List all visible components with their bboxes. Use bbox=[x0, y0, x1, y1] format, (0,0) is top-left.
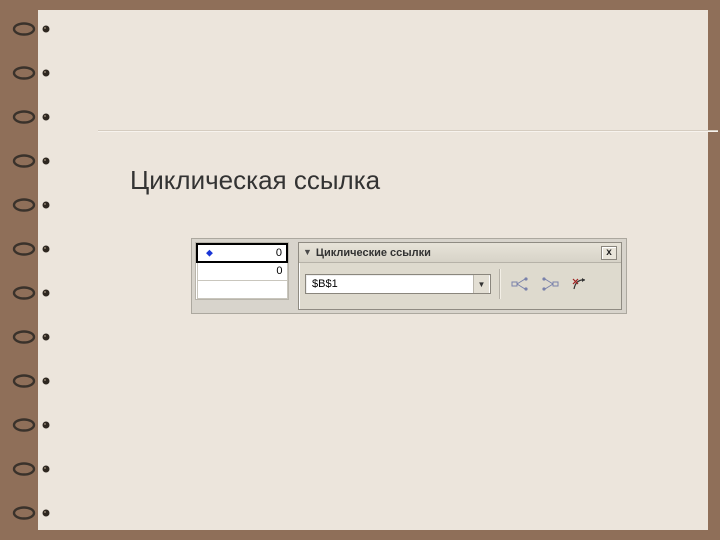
binding-ring bbox=[12, 66, 54, 80]
binding-ring bbox=[12, 154, 54, 168]
binding-ring bbox=[12, 286, 54, 300]
binding-ring bbox=[12, 506, 54, 520]
cell-value: 0 bbox=[276, 247, 282, 259]
combo-value: $B$1 bbox=[306, 278, 473, 290]
binding-ring bbox=[12, 418, 54, 432]
binding-ring bbox=[12, 22, 54, 36]
trace-precedents-button[interactable] bbox=[539, 273, 561, 295]
remove-arrows-icon bbox=[571, 276, 589, 292]
cell-reference-combo[interactable]: $B$1 ▼ bbox=[305, 274, 491, 294]
remove-arrows-button[interactable] bbox=[569, 273, 591, 295]
chevron-down-icon[interactable]: ▼ bbox=[473, 275, 489, 293]
cell-value: 0 bbox=[276, 265, 282, 277]
cell-b3[interactable] bbox=[197, 280, 287, 298]
spiral-binding bbox=[12, 22, 54, 520]
slide-title: Циклическая ссылка bbox=[130, 165, 380, 196]
cells-table: ◆ 0 0 bbox=[196, 243, 288, 299]
toolbar-title: Циклические ссылки bbox=[316, 247, 597, 259]
cell-b1[interactable]: ◆ 0 bbox=[197, 244, 287, 262]
toolbar-separator bbox=[499, 269, 501, 299]
binding-ring bbox=[12, 198, 54, 212]
circular-references-toolbar: ▼ Циклические ссылки x $B$1 ▼ bbox=[298, 242, 622, 310]
slide-paper: Циклическая ссылка ◆ 0 0 ▼ Циклические с… bbox=[38, 10, 708, 530]
screenshot-composite: ◆ 0 0 ▼ Циклические ссылки x bbox=[191, 238, 627, 314]
trace-dependents-icon bbox=[511, 276, 529, 292]
binding-ring bbox=[12, 110, 54, 124]
trace-dependents-button[interactable] bbox=[509, 273, 531, 295]
close-icon: x bbox=[606, 247, 612, 258]
binding-ring bbox=[12, 330, 54, 344]
toolbar-row: $B$1 ▼ bbox=[299, 263, 621, 305]
binding-ring bbox=[12, 242, 54, 256]
binding-ring bbox=[12, 462, 54, 476]
circular-marker-icon: ◆ bbox=[206, 249, 213, 258]
title-divider bbox=[98, 130, 718, 132]
close-button[interactable]: x bbox=[601, 246, 617, 260]
cell-b2[interactable]: 0 bbox=[197, 262, 287, 280]
spreadsheet-cells-fragment: ◆ 0 0 bbox=[195, 242, 289, 300]
toolbar-header[interactable]: ▼ Циклические ссылки x bbox=[299, 243, 621, 263]
trace-precedents-icon bbox=[541, 276, 559, 292]
binding-ring bbox=[12, 374, 54, 388]
toolbar-menu-dropdown-icon[interactable]: ▼ bbox=[303, 248, 312, 257]
